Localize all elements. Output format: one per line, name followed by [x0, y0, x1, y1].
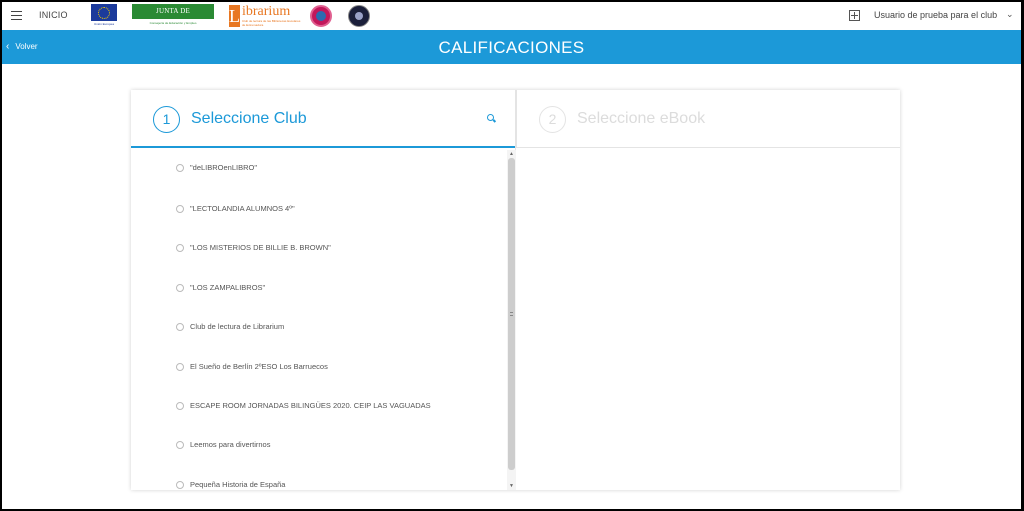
scrollbar-thumb[interactable] [508, 158, 515, 470]
club-name: ESCAPE ROOM JORNADAS BILINGÜES 2020. CEI… [190, 401, 431, 410]
badge-logo-pink [310, 5, 332, 27]
list-item[interactable]: Pequeña Historia de España [176, 480, 285, 489]
step-label: Seleccione eBook [577, 110, 706, 127]
list-item[interactable]: "LOS MISTERIOS DE BILLIE B. BROWN" [176, 243, 331, 252]
librarium-logo-subtitle: Club de lectura de las Bibliotecas Escol… [242, 19, 301, 27]
junta-logo-title: JUNTA DE EXTREMADURA [132, 4, 214, 30]
app-window: INICIO Unión Europea JUNTA DE EXTREMADUR… [2, 2, 1021, 509]
inicio-link[interactable]: INICIO [39, 10, 68, 20]
list-item[interactable]: Club de lectura de Librarium [176, 322, 284, 331]
step-label: Seleccione Club [191, 110, 307, 127]
step-select-club[interactable]: 1 Seleccione Club [131, 90, 515, 148]
radio-button[interactable] [176, 204, 184, 213]
top-bar: INICIO Unión Europea JUNTA DE EXTREMADUR… [2, 2, 1021, 30]
scroll-up-arrow-icon[interactable]: ▲ [508, 151, 515, 157]
hamburger-icon[interactable] [11, 11, 22, 20]
club-name: "LOS MISTERIOS DE BILLIE B. BROWN" [190, 243, 331, 252]
step-number: 2 [539, 106, 566, 133]
club-list: "deLIBROenLIBRO" "LECTOLANDIA ALUMNOS 4º… [131, 150, 507, 490]
chevron-down-icon[interactable]: ⌄ [1006, 9, 1014, 20]
eu-logo-caption: Unión Europea [93, 22, 114, 26]
list-item[interactable]: "LOS ZAMPALIBROS" [176, 283, 265, 292]
scroll-down-arrow-icon[interactable]: ▼ [508, 483, 515, 489]
radio-button[interactable] [176, 480, 184, 489]
club-name: "LECTOLANDIA ALUMNOS 4º" [190, 204, 295, 213]
club-name: "deLIBROenLIBRO" [190, 163, 258, 172]
junta-extremadura-logo: JUNTA DE EXTREMADURA Consejería de Educa… [132, 4, 214, 30]
radio-button[interactable] [176, 283, 184, 292]
page-title: CALIFICACIONES [438, 38, 585, 57]
list-item[interactable]: Leemos para divertirnos [176, 440, 270, 449]
radio-button[interactable] [176, 362, 184, 371]
radio-button[interactable] [176, 440, 184, 449]
club-name: Leemos para divertirnos [190, 440, 271, 449]
step-number: 1 [153, 106, 180, 133]
wizard-card: 1 Seleccione Club 2 Seleccione eBook "de… [131, 90, 900, 490]
radio-button[interactable] [176, 163, 184, 172]
list-scrollbar[interactable]: ▲ ▼ [507, 150, 516, 490]
club-name: "LOS ZAMPALIBROS" [190, 283, 266, 292]
user-menu[interactable]: Usuario de prueba para el club [874, 10, 997, 20]
radio-button[interactable] [176, 322, 184, 331]
step-select-ebook: 2 Seleccione eBook [516, 90, 900, 148]
radio-button[interactable] [176, 401, 184, 410]
list-item[interactable]: "deLIBROenLIBRO" [176, 163, 257, 172]
eu-flag-icon [91, 4, 117, 21]
librarium-logo-letter: L [229, 5, 240, 27]
plus-square-icon[interactable] [849, 10, 860, 21]
badge-logo-dark [348, 5, 370, 27]
search-icon[interactable] [487, 114, 496, 123]
eu-logo: Unión Europea [90, 4, 118, 28]
radio-button[interactable] [176, 243, 184, 252]
list-item[interactable]: "LECTOLANDIA ALUMNOS 4º" [176, 204, 295, 213]
club-name: El Sueño de Berlín 2ºESO Los Barruecos [190, 362, 328, 371]
list-item[interactable]: ESCAPE ROOM JORNADAS BILINGÜES 2020. CEI… [176, 401, 431, 410]
club-name: Club de lectura de Librarium [190, 322, 285, 331]
grip-icon [510, 312, 513, 316]
page-header: ‹ Volver CALIFICACIONES [2, 30, 1021, 64]
librarium-logo: L ibrarium Club de lectura de las Biblio… [229, 5, 301, 27]
club-name: Pequeña Historia de España [190, 480, 286, 489]
list-item[interactable]: El Sueño de Berlín 2ºESO Los Barruecos [176, 362, 328, 371]
librarium-logo-text: ibrarium [242, 4, 291, 19]
